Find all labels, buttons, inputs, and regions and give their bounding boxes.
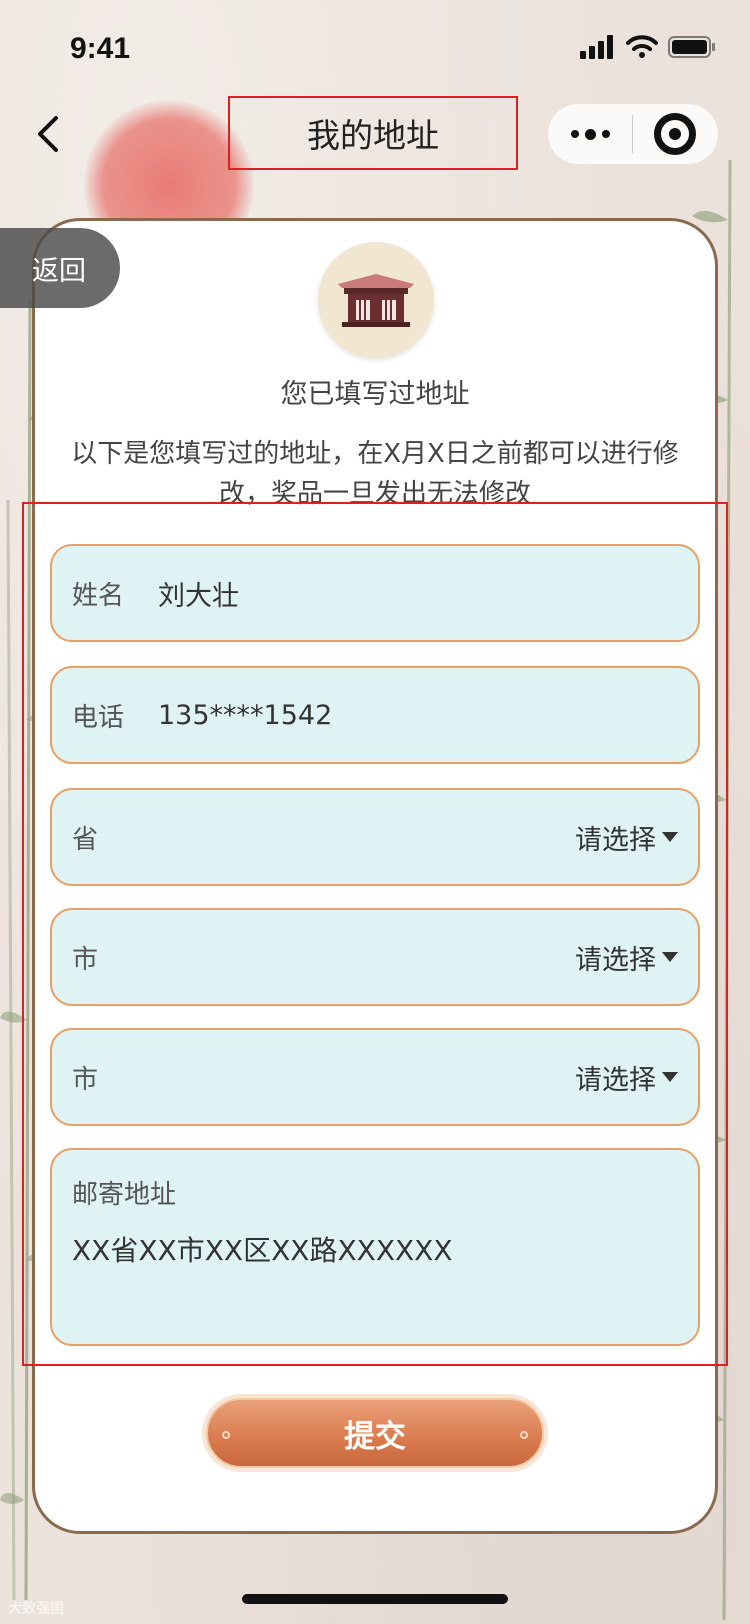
city-picker[interactable]: 请选择 xyxy=(575,938,678,977)
navigation-bar: 我的地址 xyxy=(0,96,750,172)
status-bar: 9:41 xyxy=(0,0,750,96)
more-dots-icon[interactable] xyxy=(548,104,632,164)
name-label: 姓名 xyxy=(72,580,125,611)
temple-icon xyxy=(318,242,434,358)
mini-program-capsule xyxy=(548,104,718,164)
district-placeholder: 请选择 xyxy=(575,1064,656,1096)
button-ornament xyxy=(222,1431,230,1439)
status-time: 9:41 xyxy=(70,32,131,65)
signal-icon xyxy=(580,35,613,59)
target-icon[interactable] xyxy=(633,104,717,164)
province-select[interactable]: 省 请选择 xyxy=(50,788,700,886)
district-select[interactable]: 市 请选择 xyxy=(50,1028,700,1126)
status-icons xyxy=(580,34,716,60)
province-placeholder: 请选择 xyxy=(575,824,656,856)
button-ornament xyxy=(520,1431,528,1439)
city-select[interactable]: 市 请选择 xyxy=(50,908,700,1006)
status-heading: 您已填写过地址 xyxy=(280,379,470,410)
phone-value: 135****1542 xyxy=(158,699,333,731)
battery-icon xyxy=(668,36,715,58)
province-picker[interactable]: 请选择 xyxy=(575,818,678,857)
address-value: XX省XX市XX区XX路XXXXXX xyxy=(72,1234,453,1267)
chevron-left-icon[interactable] xyxy=(26,106,70,162)
back-button[interactable]: 返回 xyxy=(0,228,120,308)
submit-button[interactable]: 提交 xyxy=(206,1398,544,1468)
home-indicator xyxy=(242,1594,508,1604)
address-label: 邮寄地址 xyxy=(72,1180,177,1210)
watermark: 大致强国 xyxy=(8,1601,64,1617)
name-field[interactable]: 姓名 刘大壮 xyxy=(50,544,700,642)
caret-down-icon xyxy=(662,1072,678,1082)
phone-field[interactable]: 电话 135****1542 xyxy=(50,666,700,764)
name-value: 刘大壮 xyxy=(158,580,239,612)
city-label: 市 xyxy=(72,944,99,975)
page-title: 我的地址 xyxy=(228,96,518,170)
caret-down-icon xyxy=(662,952,678,962)
city-placeholder: 请选择 xyxy=(575,944,656,976)
province-label: 省 xyxy=(72,824,99,855)
submit-label: 提交 xyxy=(344,1418,406,1455)
phone-label: 电话 xyxy=(72,702,125,733)
wifi-icon xyxy=(626,35,658,58)
caret-down-icon xyxy=(662,832,678,842)
district-label: 市 xyxy=(72,1064,99,1095)
address-textarea[interactable]: 邮寄地址 XX省XX市XX区XX路XXXXXX xyxy=(50,1148,700,1346)
district-picker[interactable]: 请选择 xyxy=(575,1058,678,1097)
